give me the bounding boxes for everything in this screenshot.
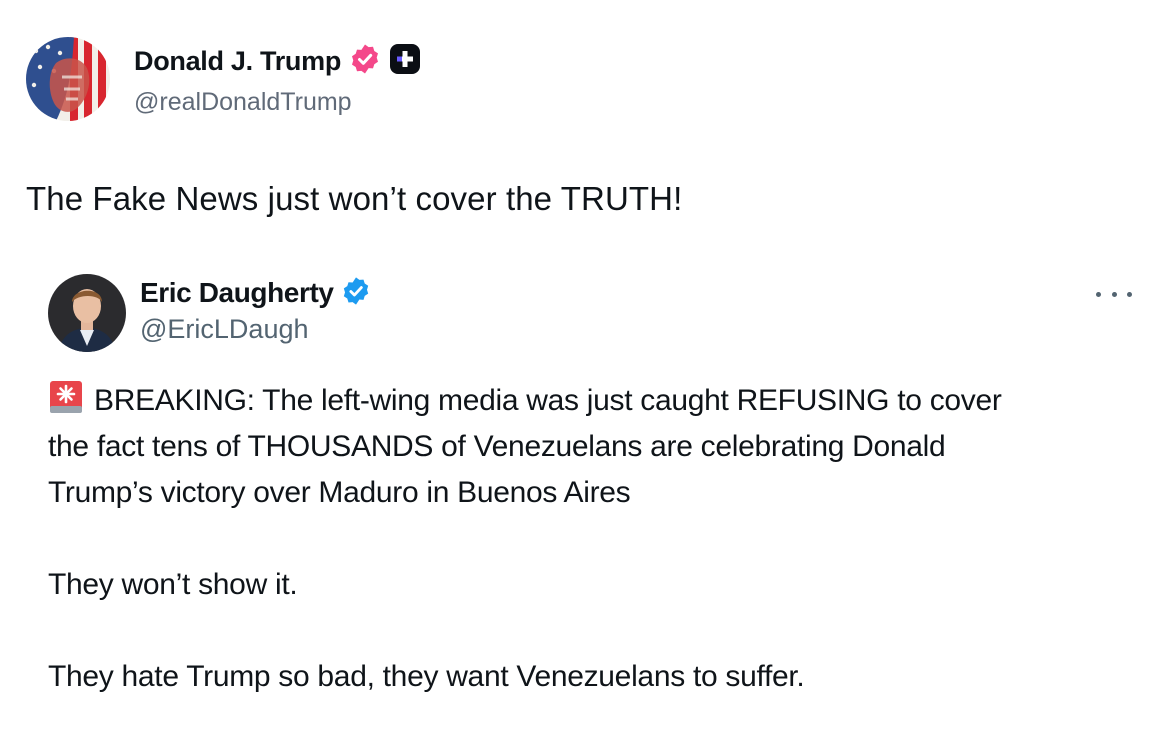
author-name[interactable]: Donald J. Trump (134, 46, 341, 77)
author-name-row: Donald J. Trump (134, 43, 421, 80)
author-avatar[interactable] (26, 37, 110, 121)
author-handle[interactable]: @realDonaldTrump (134, 88, 352, 117)
more-dot (1127, 291, 1132, 297)
tweet-line-text: BREAKING: The left-wing media was just c… (94, 384, 1002, 417)
verified-badge-icon (341, 276, 371, 311)
verified-badge-icon (349, 43, 381, 80)
quoted-author-name-row: Eric Daugherty (140, 276, 371, 310)
quoted-tweet-text: BREAKING: The left-wing media was just c… (48, 378, 1138, 700)
post-text: The Fake News just won’t cover the TRUTH… (26, 180, 683, 217)
quoted-author-name[interactable]: Eric Daugherty (140, 277, 334, 309)
more-dot (1096, 291, 1101, 297)
portrait-avatar-image (48, 274, 126, 352)
tweet-line: BREAKING: The left-wing media was just c… (48, 378, 1138, 424)
quoted-author-handle[interactable]: @EricLDaugh (140, 314, 309, 345)
post-screenshot: Donald J. Trump @realDonaldTrump The Fak… (0, 0, 1165, 732)
truth-plus-badge-icon (389, 43, 421, 80)
quoted-author-avatar[interactable] (48, 274, 126, 352)
flag-portrait-avatar-image (26, 37, 110, 121)
rotating-light-icon (48, 379, 84, 415)
tweet-line-text: Trump’s victory over Maduro in Buenos Ai… (48, 476, 631, 509)
tweet-paragraph: They hate Trump so bad, they want Venezu… (48, 660, 805, 693)
more-options-icon[interactable] (1096, 283, 1132, 305)
tweet-paragraph: They won’t show it. (48, 568, 298, 601)
more-dot (1111, 291, 1117, 297)
tweet-line-text: the fact tens of THOUSANDS of Venezuelan… (48, 430, 946, 463)
